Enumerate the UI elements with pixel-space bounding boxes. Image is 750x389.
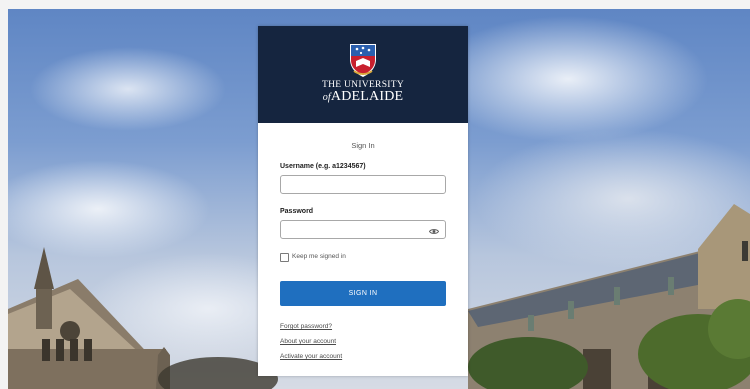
window <box>84 339 92 361</box>
sign-in-button[interactable]: SIGN IN <box>280 281 446 306</box>
password-label: Password <box>280 208 314 215</box>
username-input[interactable] <box>280 175 446 194</box>
username-label: Username (e.g. a1234567) <box>280 163 366 170</box>
forgot-password-link[interactable]: Forgot password? <box>280 323 332 330</box>
window <box>42 339 50 361</box>
university-crest-icon <box>350 44 376 77</box>
left-spire <box>34 247 54 289</box>
university-name-of: of <box>322 92 331 103</box>
roof-pinnacle <box>528 315 534 331</box>
keep-signed-in-checkbox[interactable] <box>280 253 289 262</box>
tower-window <box>742 241 748 261</box>
keep-signed-in-label: Keep me signed in <box>292 253 346 260</box>
card-header: THE UNIVERSITY ofADELAIDE <box>258 26 468 123</box>
password-input[interactable] <box>280 220 446 239</box>
window <box>56 339 64 361</box>
university-name: THE UNIVERSITY ofADELAIDE <box>258 80 468 105</box>
window <box>70 339 78 361</box>
roof-pinnacle <box>568 301 574 319</box>
left-spire-base <box>36 289 52 329</box>
login-card: THE UNIVERSITY ofADELAIDE Sign In Userna… <box>258 26 468 376</box>
university-name-adelaide: ADELAIDE <box>330 89 404 104</box>
university-name-line2: ofADELAIDE <box>258 89 468 105</box>
sign-in-title: Sign In <box>351 141 375 150</box>
roof-pinnacle <box>668 277 674 295</box>
activate-account-link[interactable]: Activate your account <box>280 353 342 360</box>
rose-window <box>60 321 80 341</box>
eye-icon[interactable] <box>429 228 439 235</box>
roof-pinnacle <box>614 287 620 305</box>
about-account-link[interactable]: About your account <box>280 338 336 345</box>
